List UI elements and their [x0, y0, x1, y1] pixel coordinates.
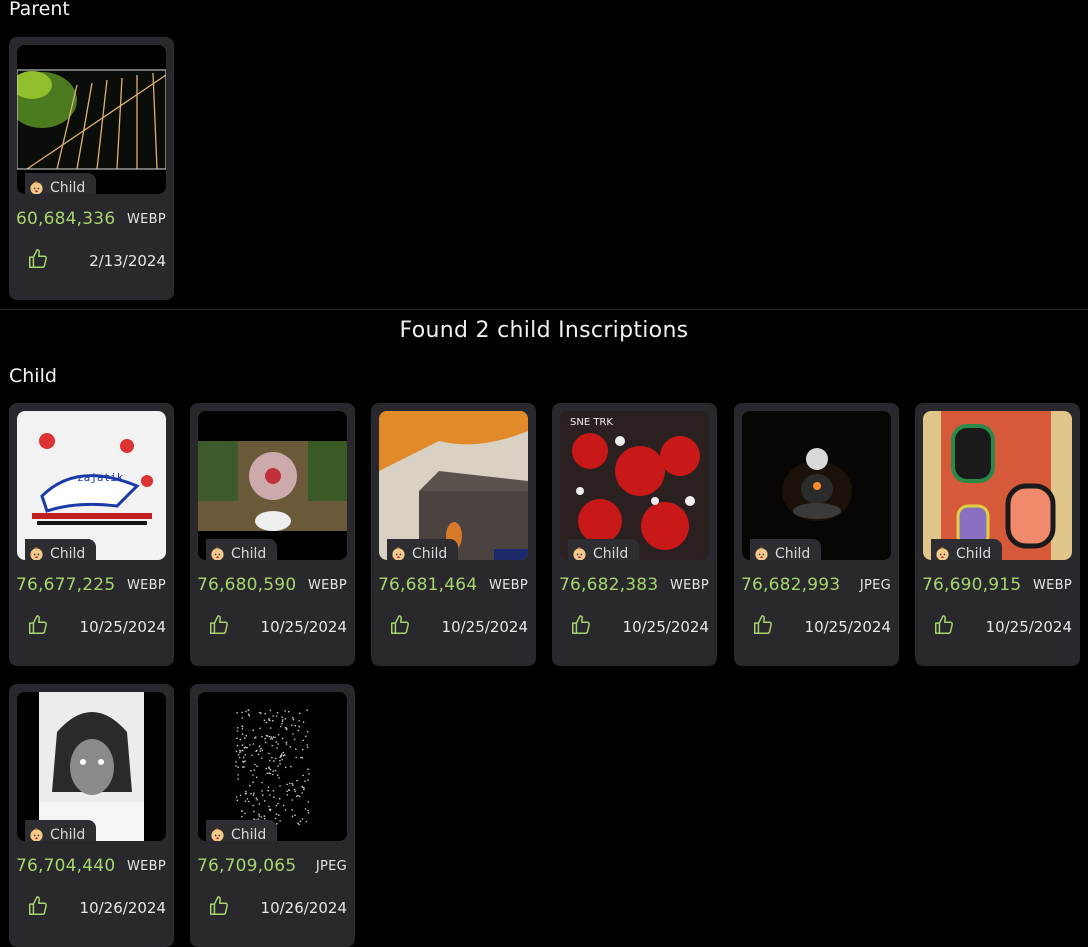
inscription-thumbnail[interactable]: zajatik Child [17, 411, 166, 560]
inscription-thumbnail[interactable]: Child [17, 45, 166, 194]
inscription-thumbnail[interactable]: Child [17, 692, 166, 841]
inscription-number[interactable]: 76,681,464 [378, 575, 477, 595]
content-type: WEBP [1032, 578, 1072, 593]
thumbnail-image [198, 692, 347, 841]
inscription-number[interactable]: 76,682,993 [741, 575, 840, 595]
thumbs-up-icon[interactable] [933, 614, 955, 636]
inscription-card-parent[interactable]: Child 60,684,336 WEBP 2/13/2024 [9, 37, 174, 300]
inscription-card-1[interactable]: zajatik Child 76,677,225 WEBP 10/25/2024 [9, 403, 174, 666]
inscription-date: 10/25/2024 [622, 618, 709, 636]
inscription-card-6[interactable]: Child 76,690,915 WEBP 10/25/2024 [915, 403, 1080, 666]
content-type: WEBP [126, 859, 166, 874]
thumbnail-image [923, 411, 1072, 560]
badge-label: Child [775, 545, 811, 561]
child-badge: Child [931, 539, 1002, 560]
inscription-card-7[interactable]: Child 76,704,440 WEBP 10/26/2024 [9, 684, 174, 947]
inscription-card-4[interactable]: SNE TRK Child 76,682,383 WEBP 10/25/2024 [552, 403, 717, 666]
child-badge: Child [25, 539, 96, 560]
badge-label: Child [231, 545, 267, 561]
inscription-number[interactable]: 76,690,915 [922, 575, 1021, 595]
inscription-thumbnail[interactable]: Child [379, 411, 528, 560]
child-badge: Child [25, 173, 96, 194]
child-badge: Child [206, 539, 277, 560]
inscription-card-8[interactable]: Child 76,709,065 JPEG 10/26/2024 [190, 684, 355, 947]
baby-face-icon [30, 828, 43, 841]
child-badge: Child [206, 820, 277, 841]
thumbs-up-icon[interactable] [752, 614, 774, 636]
content-type: WEBP [669, 578, 709, 593]
thumbs-up-icon[interactable] [208, 895, 230, 917]
baby-face-icon [211, 547, 224, 560]
content-type: JPEG [859, 578, 891, 593]
inscription-date: 10/25/2024 [441, 618, 528, 636]
section-divider [0, 309, 1088, 310]
child-badge: Child [750, 539, 821, 560]
inscription-number[interactable]: 76,677,225 [16, 575, 115, 595]
inscription-thumbnail[interactable]: SNE TRK Child [560, 411, 709, 560]
badge-label: Child [50, 545, 86, 561]
inscription-number[interactable]: 60,684,336 [16, 209, 115, 229]
thumbnail-image [198, 411, 347, 560]
badge-label: Child [50, 179, 86, 195]
thumbnail-image: zajatik [17, 411, 166, 560]
baby-face-icon [211, 828, 224, 841]
baby-face-icon [936, 547, 949, 560]
inscription-date: 2/13/2024 [89, 252, 166, 270]
baby-face-icon [392, 547, 405, 560]
child-section-title: Child [9, 365, 57, 387]
inscription-date: 10/25/2024 [804, 618, 891, 636]
thumbnail-image: SNE TRK [560, 411, 709, 560]
baby-face-icon [755, 547, 768, 560]
badge-label: Child [412, 545, 448, 561]
thumbs-up-icon[interactable] [27, 895, 49, 917]
thumbnail-image [17, 45, 166, 194]
baby-face-icon [30, 181, 43, 194]
content-type: WEBP [307, 578, 347, 593]
thumbnail-image [379, 411, 528, 560]
inscription-date: 10/26/2024 [79, 899, 166, 917]
thumbs-up-icon[interactable] [27, 614, 49, 636]
inscription-card-3[interactable]: Child 76,681,464 WEBP 10/25/2024 [371, 403, 536, 666]
inscription-card-2[interactable]: Child 76,680,590 WEBP 10/25/2024 [190, 403, 355, 666]
inscription-number[interactable]: 76,682,383 [559, 575, 658, 595]
badge-label: Child [956, 545, 992, 561]
inscription-date: 10/25/2024 [79, 618, 166, 636]
badge-label: Child [593, 545, 629, 561]
inscription-thumbnail[interactable]: Child [198, 692, 347, 841]
inscription-thumbnail[interactable]: Child [198, 411, 347, 560]
badge-label: Child [231, 826, 267, 842]
child-badge: Child [568, 539, 639, 560]
found-count-heading: Found 2 child Inscriptions [399, 318, 689, 343]
inscription-date: 10/25/2024 [260, 618, 347, 636]
thumbs-up-icon[interactable] [570, 614, 592, 636]
inscription-date: 10/25/2024 [985, 618, 1072, 636]
child-badge: Child [25, 820, 96, 841]
child-badge: Child [387, 539, 458, 560]
inscription-number[interactable]: 76,704,440 [16, 856, 115, 876]
inscription-number[interactable]: 76,709,065 [197, 856, 296, 876]
content-type: JPEG [315, 859, 347, 874]
parent-section-title: Parent [9, 0, 70, 20]
inscription-date: 10/26/2024 [260, 899, 347, 917]
svg-text:zajatik: zajatik [77, 471, 124, 484]
badge-label: Child [50, 826, 86, 842]
content-type: WEBP [488, 578, 528, 593]
thumbs-up-icon[interactable] [208, 614, 230, 636]
inscription-card-5[interactable]: Child 76,682,993 JPEG 10/25/2024 [734, 403, 899, 666]
content-type: WEBP [126, 212, 166, 227]
inscription-thumbnail[interactable]: Child [742, 411, 891, 560]
inscription-thumbnail[interactable]: Child [923, 411, 1072, 560]
baby-face-icon [30, 547, 43, 560]
baby-face-icon [573, 547, 586, 560]
content-type: WEBP [126, 578, 166, 593]
svg-text:SNE TRK: SNE TRK [570, 417, 613, 428]
thumbnail-image [17, 692, 166, 841]
thumbnail-image [742, 411, 891, 560]
thumbs-up-icon[interactable] [27, 248, 49, 270]
inscription-number[interactable]: 76,680,590 [197, 575, 296, 595]
thumbs-up-icon[interactable] [389, 614, 411, 636]
